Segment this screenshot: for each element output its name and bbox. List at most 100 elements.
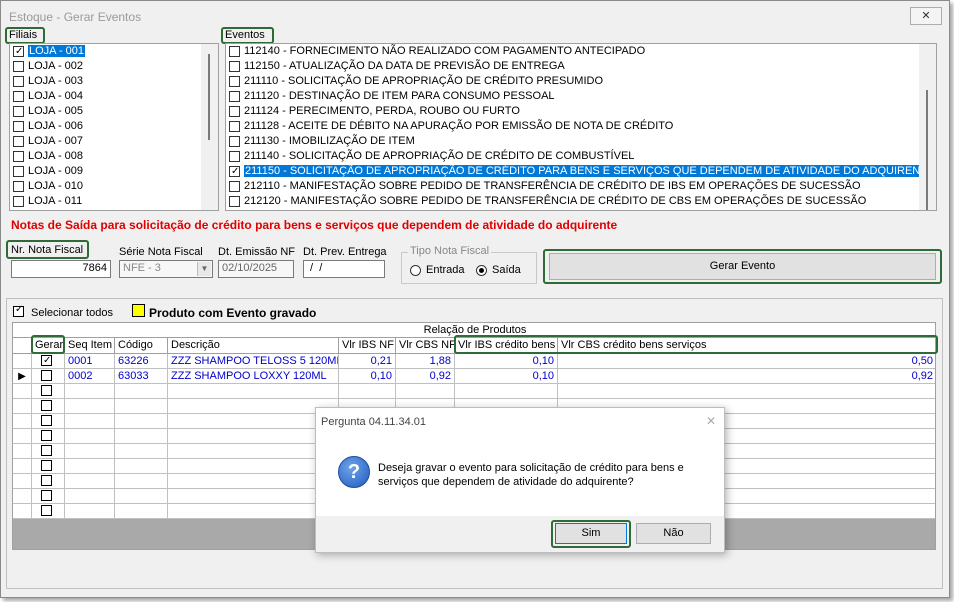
filiais-item-checkbox[interactable] — [13, 76, 24, 87]
cell-codigo[interactable]: 63226 — [115, 354, 168, 369]
filiais-item-checkbox[interactable] — [13, 136, 24, 147]
cell-codigo[interactable] — [115, 414, 168, 429]
eventos-item[interactable]: 212110 - MANIFESTAÇÃO SOBRE PEDIDO DE TR… — [226, 179, 936, 194]
cell-ibs-cred[interactable]: 0,10 — [455, 369, 558, 384]
grid-column-header[interactable]: Descrição — [168, 338, 339, 354]
row-indicator[interactable] — [13, 459, 32, 474]
row-indicator[interactable] — [13, 354, 32, 369]
nao-button[interactable]: Não — [636, 523, 711, 544]
cell-seq[interactable] — [65, 384, 115, 399]
filiais-item-checkbox[interactable] — [13, 106, 24, 117]
entrada-radio[interactable] — [410, 265, 421, 276]
selecionar-todos-checkbox[interactable] — [13, 304, 24, 317]
eventos-item[interactable]: 112140 - FORNECIMENTO NÃO REALIZADO COM … — [226, 44, 936, 59]
saida-label[interactable]: Saída — [492, 264, 521, 276]
cell-seq[interactable] — [65, 459, 115, 474]
row-indicator[interactable] — [13, 384, 32, 399]
eventos-list[interactable]: 112140 - FORNECIMENTO NÃO REALIZADO COM … — [225, 43, 937, 211]
filiais-scrollbar[interactable] — [201, 44, 218, 210]
cell-ibs-cred[interactable]: 0,10 — [455, 354, 558, 369]
filiais-item[interactable]: LOJA - 004 — [10, 89, 218, 104]
eventos-item[interactable]: 112150 - ATUALIZAÇÃO DA DATA DE PREVISÃO… — [226, 59, 936, 74]
cell-descricao[interactable] — [168, 414, 339, 429]
filiais-item-checkbox[interactable] — [13, 61, 24, 72]
cell-cbs-cred[interactable] — [558, 384, 935, 399]
entrada-label[interactable]: Entrada — [426, 264, 465, 276]
eventos-item[interactable]: 211128 - ACEITE DE DÉBITO NA APURAÇÃO PO… — [226, 119, 936, 134]
eventos-item-checkbox[interactable] — [229, 136, 240, 147]
gerar-checkbox[interactable] — [41, 505, 52, 516]
cell-seq[interactable] — [65, 489, 115, 504]
eventos-item-checkbox[interactable] — [229, 196, 240, 207]
gerar-evento-button[interactable]: Gerar Evento — [549, 253, 936, 280]
cell-codigo[interactable] — [115, 489, 168, 504]
filiais-item[interactable]: LOJA - 001 — [10, 44, 218, 59]
filiais-item[interactable]: LOJA - 008 — [10, 149, 218, 164]
gerar-checkbox[interactable] — [41, 385, 52, 396]
gerar-checkbox[interactable] — [41, 415, 52, 426]
row-indicator[interactable] — [13, 399, 32, 414]
serie-select[interactable]: NFE - 3 ▼ — [119, 260, 213, 278]
eventos-item-checkbox[interactable] — [229, 46, 240, 57]
filiais-item-checkbox[interactable] — [13, 151, 24, 162]
cell-descricao[interactable]: ZZZ SHAMPOO TELOSS 5 120ML — [168, 354, 339, 369]
gerar-checkbox[interactable] — [41, 370, 52, 381]
cell-codigo[interactable] — [115, 459, 168, 474]
filiais-item-checkbox[interactable] — [13, 196, 24, 207]
filiais-item[interactable]: LOJA - 009 — [10, 164, 218, 179]
cell-ibs-nf[interactable] — [339, 384, 396, 399]
saida-radio[interactable] — [476, 265, 487, 276]
cell-descricao[interactable] — [168, 474, 339, 489]
eventos-item[interactable]: 211140 - SOLICITAÇÃO DE APROPRIAÇÃO DE C… — [226, 149, 936, 164]
eventos-item-checkbox[interactable] — [229, 61, 240, 72]
grid-column-header[interactable]: Vlr CBS NF — [396, 338, 455, 354]
cell-descricao[interactable]: ZZZ SHAMPOO LOXXY 120ML — [168, 369, 339, 384]
eventos-item-checkbox[interactable] — [229, 164, 240, 179]
eventos-item[interactable]: 211150 - SOLICITAÇÃO DE APROPRIAÇÃO DE C… — [226, 164, 936, 179]
filiais-item[interactable]: LOJA - 005 — [10, 104, 218, 119]
cell-seq[interactable] — [65, 399, 115, 414]
cell-seq[interactable]: 0002 — [65, 369, 115, 384]
eventos-item[interactable]: 212120 - MANIFESTAÇÃO SOBRE PEDIDO DE TR… — [226, 194, 936, 209]
eventos-item[interactable]: 211130 - IMOBILIZAÇÃO DE ITEM — [226, 134, 936, 149]
row-indicator[interactable] — [13, 429, 32, 444]
cell-descricao[interactable] — [168, 384, 339, 399]
eventos-item-checkbox[interactable] — [229, 121, 240, 132]
filiais-item-checkbox[interactable] — [13, 121, 24, 132]
cell-ibs-nf[interactable]: 0,21 — [339, 354, 396, 369]
cell-cbs-nf[interactable]: 1,88 — [396, 354, 455, 369]
eventos-item-checkbox[interactable] — [229, 151, 240, 162]
row-indicator[interactable] — [13, 489, 32, 504]
filiais-item-checkbox[interactable] — [13, 91, 24, 102]
cell-ibs-nf[interactable]: 0,10 — [339, 369, 396, 384]
cell-cbs-nf[interactable]: 0,92 — [396, 369, 455, 384]
cell-descricao[interactable] — [168, 429, 339, 444]
gerar-checkbox[interactable] — [41, 430, 52, 441]
row-indicator[interactable] — [13, 414, 32, 429]
eventos-item-checkbox[interactable] — [229, 106, 240, 117]
gerar-checkbox[interactable] — [41, 445, 52, 456]
cell-codigo[interactable]: 63033 — [115, 369, 168, 384]
filiais-item[interactable]: LOJA - 006 — [10, 119, 218, 134]
gerar-checkbox[interactable] — [41, 475, 52, 486]
cell-codigo[interactable] — [115, 399, 168, 414]
cell-cbs-nf[interactable] — [396, 384, 455, 399]
cell-seq[interactable] — [65, 504, 115, 519]
cell-cbs-cred[interactable]: 0,92 — [558, 369, 935, 384]
grid-column-header[interactable]: Seq Item — [65, 338, 115, 354]
filiais-scroll-thumb[interactable] — [208, 54, 210, 140]
row-indicator[interactable] — [13, 504, 32, 519]
cell-seq[interactable] — [65, 444, 115, 459]
eventos-item[interactable]: 211120 - DESTINAÇÃO DE ITEM PARA CONSUMO… — [226, 89, 936, 104]
cell-codigo[interactable] — [115, 474, 168, 489]
grid-column-header[interactable]: Vlr IBS NF — [339, 338, 396, 354]
cell-descricao[interactable] — [168, 504, 339, 519]
window-close-button[interactable]: ✕ — [910, 7, 942, 25]
eventos-scrollbar[interactable] — [919, 44, 936, 210]
eventos-item-checkbox[interactable] — [229, 91, 240, 102]
filiais-item[interactable]: LOJA - 002 — [10, 59, 218, 74]
selecionar-todos-label[interactable]: Selecionar todos — [31, 307, 113, 319]
prev-entrega-input[interactable]: / / — [303, 260, 385, 278]
emissao-input[interactable]: 02/10/2025 — [218, 260, 294, 278]
filiais-item[interactable]: LOJA - 007 — [10, 134, 218, 149]
